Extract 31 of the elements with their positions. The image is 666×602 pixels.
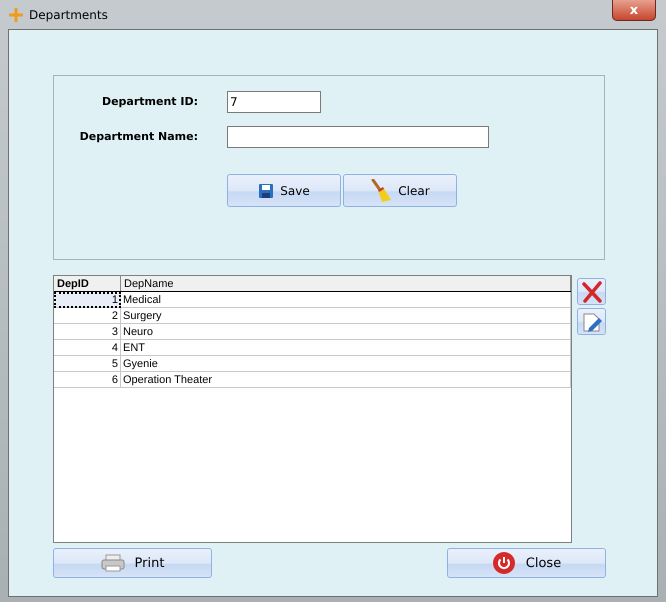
delete-button[interactable]: [577, 278, 606, 305]
table-cell[interactable]: 6: [54, 372, 120, 388]
table-cell[interactable]: Gyenie: [120, 356, 570, 372]
pencil-page-icon: [580, 310, 602, 332]
field-label: Department Name:: [78, 130, 198, 143]
plus-icon: [9, 8, 23, 22]
cross-icon: [580, 280, 602, 302]
table-cell[interactable]: 1: [54, 292, 120, 308]
save-button[interactable]: Save: [227, 174, 341, 207]
column-header[interactable]: DepID: [54, 276, 120, 292]
table-cell[interactable]: Medical: [120, 292, 570, 308]
table-cell[interactable]: Neuro: [120, 324, 570, 340]
table-cell[interactable]: 5: [54, 356, 120, 372]
field-label: Department ID:: [100, 95, 198, 108]
column-header[interactable]: DepName: [120, 276, 570, 292]
table-cell[interactable]: 4: [54, 340, 120, 356]
broom-icon: [370, 178, 392, 202]
table-cell[interactable]: Operation Theater: [120, 372, 570, 388]
printer-icon: [100, 554, 125, 572]
close-button[interactable]: Close: [447, 548, 606, 578]
power-icon: [492, 551, 516, 575]
table-cell[interactable]: 2: [54, 308, 120, 324]
table-cell[interactable]: ENT: [120, 340, 570, 356]
print-button[interactable]: Print: [53, 548, 212, 578]
table-cell[interactable]: 3: [54, 324, 120, 340]
clear-button[interactable]: Clear: [343, 174, 457, 207]
table-cell[interactable]: Surgery: [120, 308, 570, 324]
input-field[interactable]: 7: [227, 90, 321, 112]
window-title: Departments: [29, 8, 108, 22]
edit-button[interactable]: [577, 308, 606, 335]
input-field[interactable]: [227, 126, 489, 148]
